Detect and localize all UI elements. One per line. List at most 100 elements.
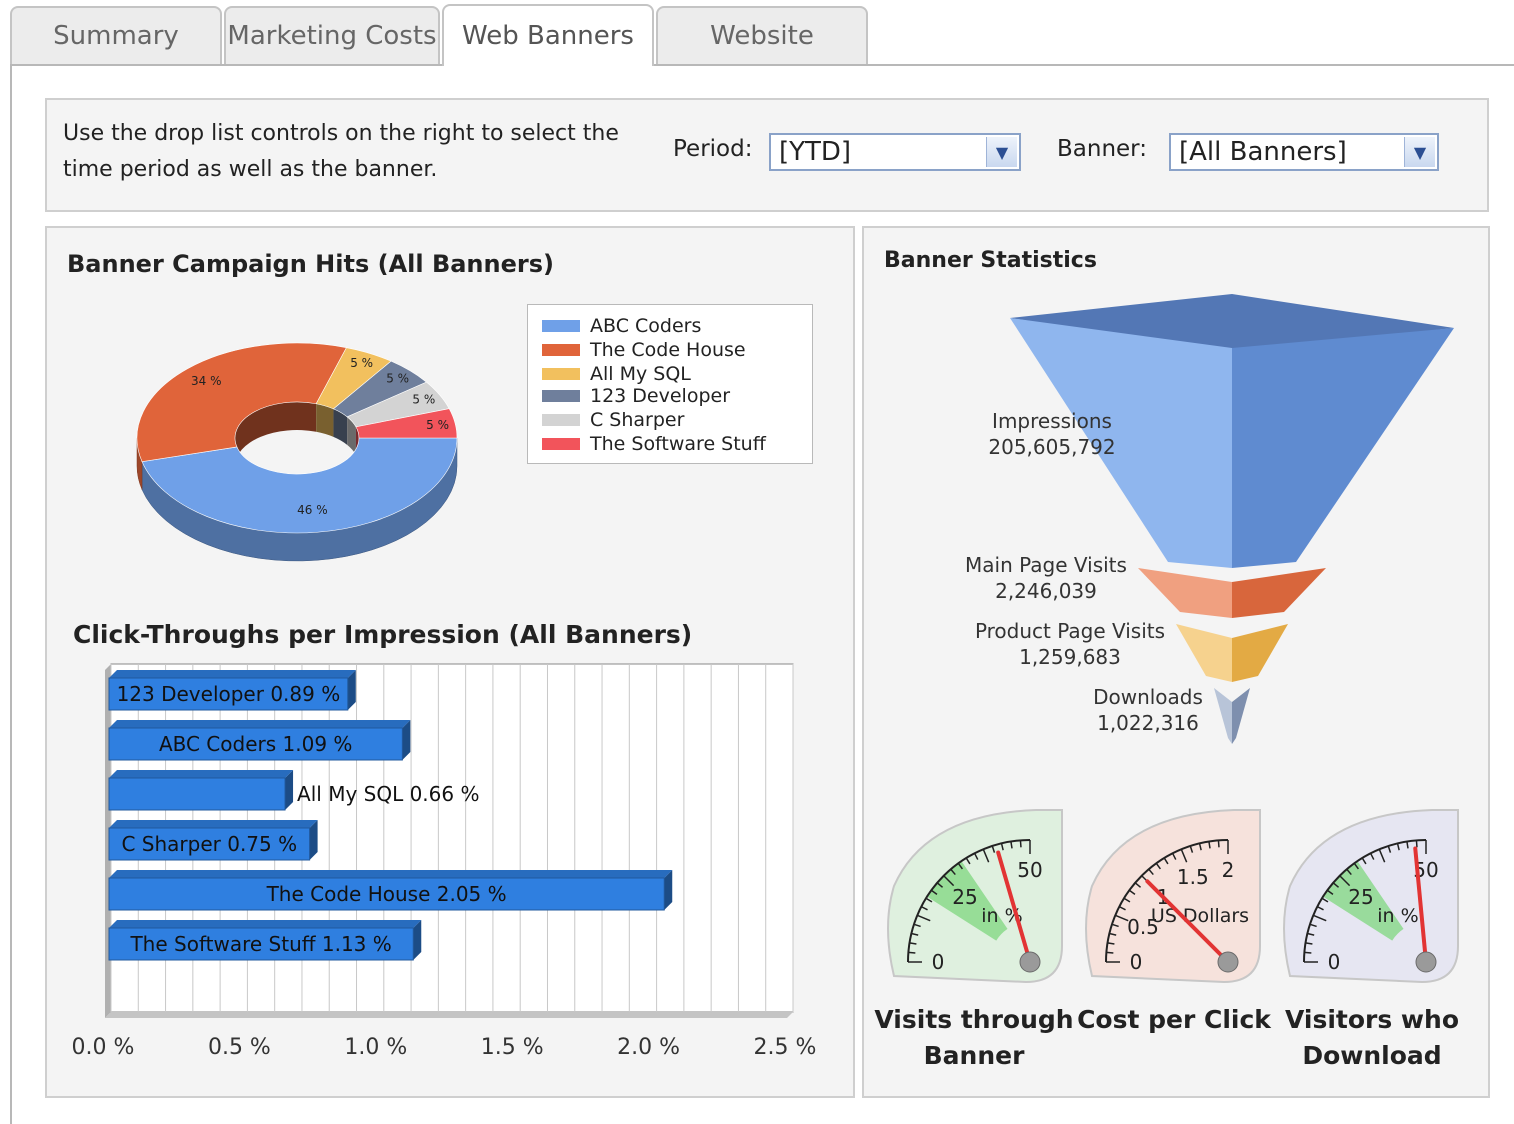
bar-label: All My SQL 0.66 % <box>297 782 479 806</box>
bar-label: 123 Developer 0.89 % <box>117 682 341 706</box>
gauge-tick <box>908 951 916 954</box>
funnel-stage-side <box>1232 568 1326 618</box>
legend-item: All My SQL <box>542 363 691 385</box>
tab-marketing-costs[interactable]: Marketing Costs <box>224 6 440 64</box>
funnel-stage-side <box>1232 624 1288 682</box>
funnel-stage-value: 205,605,792 <box>988 435 1115 459</box>
tab-web-banners[interactable]: Web Banners <box>442 4 654 66</box>
x-tick-label: 2.0 % <box>617 1035 680 1060</box>
pie-slice-label: 5 % <box>426 418 449 432</box>
gauge-tick-label: 0 <box>1328 950 1341 974</box>
gauge-hub <box>1019 951 1041 973</box>
gauge-caption-line: Cost per Click <box>1077 1005 1271 1034</box>
pie-slice-label: 5 % <box>412 393 435 407</box>
bar-title: Click-Throughs per Impression (All Banne… <box>73 620 693 649</box>
gauge-tick-label: 50 <box>1017 858 1042 882</box>
legend-swatch <box>542 414 580 426</box>
bar-label: The Software Stuff 1.13 % <box>129 932 391 956</box>
tab-website[interactable]: Website <box>656 6 868 64</box>
legend-swatch <box>542 438 580 450</box>
legend-label: The Code House <box>590 339 746 361</box>
legend-swatch <box>542 390 580 402</box>
funnel-stage-side <box>1232 688 1250 744</box>
gauge-hub <box>1217 951 1239 973</box>
left-panel: Banner Campaign Hits (All Banners) 46 % 3… <box>45 226 855 1098</box>
bar-top <box>109 720 411 728</box>
x-tick-label: 2.5 % <box>754 1035 817 1060</box>
filter-bar: Use the drop list controls on the right … <box>45 98 1489 212</box>
banner-value: [All Banners] <box>1179 137 1347 167</box>
funnel-chart: Impressions205,605,792 Main Page Visits2,… <box>965 294 1454 744</box>
gauge-tick-label: 0 <box>932 950 945 974</box>
gauge-unit-label: in % <box>1377 905 1418 927</box>
x-tick-label: 1.0 % <box>344 1035 407 1060</box>
gauge-tick <box>1415 840 1418 848</box>
gauge-caption-line: Download <box>1302 1041 1442 1070</box>
bar <box>108 777 286 811</box>
pie-slice-label: 46 % <box>297 503 328 517</box>
legend-item: The Code House <box>542 339 746 361</box>
legend-swatch <box>542 368 580 380</box>
gauge-unit-label: US Dollars <box>1151 905 1249 927</box>
bar-top <box>109 670 356 678</box>
legend-label: ABC Coders <box>590 315 702 337</box>
banner-select[interactable]: [All Banners] ▼ <box>1169 133 1439 171</box>
tab-divider <box>10 64 1514 66</box>
funnel-stage-value: 1,022,316 <box>1097 711 1199 735</box>
gauge-tick-label: 25 <box>1348 885 1373 909</box>
gauge-tick-label: 1.5 <box>1177 865 1209 889</box>
funnel-stage-name: Downloads <box>1093 685 1203 709</box>
funnel-stage-side <box>1232 328 1454 568</box>
x-tick-label: 0.5 % <box>208 1035 271 1060</box>
legend-label: The Software Stuff <box>590 433 766 455</box>
gauge-tick-label: 2 <box>1222 858 1235 882</box>
pie-legend: ABC Coders The Code House All My SQL 123… <box>527 304 813 464</box>
funnel-stage-name: Main Page Visits <box>965 553 1127 577</box>
period-label: Period: <box>673 136 753 162</box>
gauge-tick-label: 25 <box>952 885 977 909</box>
funnel-stage-name: Product Page Visits <box>975 619 1165 643</box>
gauge-caption-line: Visitors who <box>1284 1005 1460 1034</box>
funnel-stage-value: 2,246,039 <box>995 579 1097 603</box>
gauge-tick <box>1106 951 1114 954</box>
pie-title: Banner Campaign Hits (All Banners) <box>67 250 554 278</box>
legend-swatch <box>542 320 580 332</box>
chevron-down-icon[interactable]: ▼ <box>986 137 1017 167</box>
legend-item: ABC Coders <box>542 315 701 337</box>
funnel-stage <box>1138 568 1232 618</box>
gauge-caption-cost: Cost per Click <box>1074 1002 1274 1038</box>
gauge-caption-visits: Visits through Banner <box>874 1002 1074 1074</box>
tab-bar: Summary Marketing Costs Web Banners Webs… <box>0 0 1514 66</box>
gauge-tick <box>1217 840 1220 848</box>
tab-summary[interactable]: Summary <box>10 6 222 64</box>
bar-top <box>109 770 294 778</box>
bar-floor <box>105 1012 793 1018</box>
bar-chart: 0.0 % 0.5 % 1.0 % 1.5 % 2.0 % 2.5 % 123 Develo… <box>72 663 817 1060</box>
funnel-title: Banner Statistics <box>884 248 1097 273</box>
banner-label: Banner: <box>1057 136 1147 162</box>
right-panel: Banner Statistics Impressions 205,605,792… <box>862 226 1490 1098</box>
gauge-tick <box>1019 840 1022 848</box>
legend-item: C Sharper <box>542 409 684 431</box>
gauge-tick <box>1304 951 1312 954</box>
period-select[interactable]: [YTD] ▼ <box>769 133 1021 171</box>
legend-swatch <box>542 344 580 356</box>
legend-label: 123 Developer <box>590 385 731 407</box>
chevron-down-icon[interactable]: ▼ <box>1404 137 1435 167</box>
instructions-text: Use the drop list controls on the right … <box>63 121 619 182</box>
pie-chart: 46 %34 %5 %5 %5 %5 % <box>136 342 458 562</box>
gauge-tick-label: 0 <box>1130 950 1143 974</box>
legend-label: All My SQL <box>590 363 691 385</box>
bar-top <box>109 920 422 928</box>
funnel-stage-name: Impressions <box>992 409 1112 433</box>
period-value: [YTD] <box>779 137 852 167</box>
funnel-stage <box>1214 688 1232 744</box>
bar-label: C Sharper 0.75 % <box>121 832 297 856</box>
funnel-stage-value: 1,259,683 <box>1019 645 1121 669</box>
x-tick-label: 1.5 % <box>481 1035 544 1060</box>
pie-slice-label: 5 % <box>350 356 373 370</box>
gauge-caption-line: Visits through <box>874 1005 1074 1034</box>
x-tick-label: 0.0 % <box>72 1035 135 1060</box>
pie-slice-label: 34 % <box>191 374 222 388</box>
gauge-row: 02550in %00.511.52US Dollars02550in % <box>887 809 1459 984</box>
